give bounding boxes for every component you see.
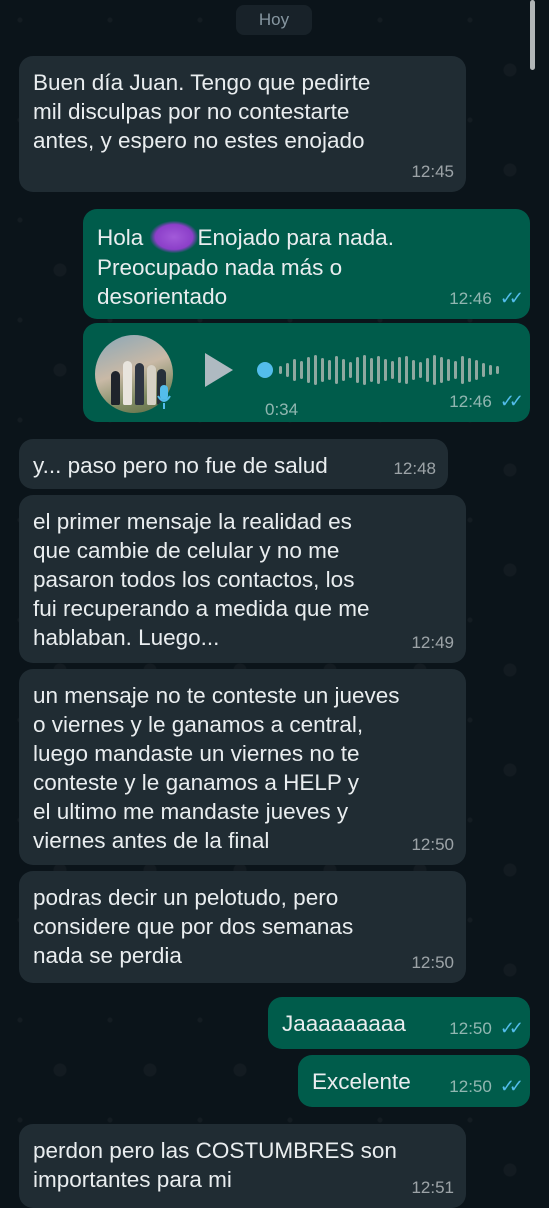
read-ticks-icon: ✓✓ <box>499 391 524 411</box>
waveform-bar <box>433 355 436 385</box>
waveform-bar <box>349 362 352 378</box>
message-time: 12:50 <box>449 1077 492 1096</box>
waveform-bar <box>440 357 443 383</box>
waveform-bar <box>454 361 457 379</box>
message-meta: 12:50 ✓✓ <box>449 1014 524 1043</box>
waveform-bar <box>489 365 492 375</box>
message-time: 12:49 <box>411 633 454 652</box>
waveform-bar <box>356 357 359 383</box>
message-meta: 12:51 <box>411 1173 454 1202</box>
message-time: 12:51 <box>411 1178 454 1197</box>
waveform-bar <box>419 362 422 378</box>
voice-duration: 0:34 <box>265 400 299 419</box>
message-incoming[interactable]: Buen día Juan. Tengo que pedirte mil dis… <box>19 56 466 192</box>
message-text: Buen día Juan. Tengo que pedirte mil dis… <box>33 70 371 153</box>
message-time: 12:50 <box>411 835 454 854</box>
waveform-bar <box>377 356 380 384</box>
waveform-bar <box>300 361 303 379</box>
message-text: perdon pero las COSTUMBRES son important… <box>33 1138 397 1192</box>
message-time: 12:50 <box>449 1019 492 1038</box>
message-meta: 12:46 ✓✓ <box>449 284 524 313</box>
redaction-scribble <box>149 221 198 253</box>
waveform-bar <box>335 356 338 384</box>
waveform-bar <box>363 355 366 385</box>
play-icon[interactable] <box>205 353 233 387</box>
message-time: 12:50 <box>411 953 454 972</box>
waveform-bar <box>475 360 478 380</box>
date-separator: Hoy <box>236 5 312 35</box>
waveform-bar <box>405 356 408 384</box>
waveform-bar <box>412 360 415 380</box>
waveform-bar <box>468 358 471 382</box>
message-meta: 12:50 <box>411 830 454 859</box>
message-meta: 12:45 <box>411 157 454 186</box>
message-outgoing[interactable]: Excelente 12:50 ✓✓ <box>298 1055 530 1107</box>
waveform-bar <box>328 360 331 380</box>
read-ticks-icon: ✓✓ <box>499 1076 524 1096</box>
message-meta: 12:50 ✓✓ <box>449 1072 524 1101</box>
message-incoming[interactable]: podras decir un pelotudo, pero considere… <box>19 871 466 983</box>
waveform-bar <box>307 357 310 383</box>
message-meta: 12:46 ✓✓ <box>449 387 524 416</box>
mic-icon <box>157 385 171 409</box>
message-outgoing[interactable]: Hola Enojado para nada. Preocupado nada … <box>83 209 530 319</box>
waveform-bar <box>482 363 485 377</box>
waveform-bar <box>426 358 429 382</box>
message-text: y... paso pero no fue de salud <box>33 453 328 478</box>
message-time: 12:46 <box>449 289 492 308</box>
message-meta: 12:50 <box>411 948 454 977</box>
waveform-bar <box>384 359 387 381</box>
waveform-bar <box>342 359 345 381</box>
message-time: 12:46 <box>449 392 492 411</box>
message-time: 12:48 <box>393 459 436 478</box>
message-meta: 12:48 <box>393 454 436 483</box>
message-incoming[interactable]: perdon pero las COSTUMBRES son important… <box>19 1124 466 1208</box>
waveform-bar <box>286 363 289 377</box>
waveform-bar <box>447 359 450 381</box>
waveform-bar <box>496 366 499 374</box>
message-time: 12:45 <box>411 162 454 181</box>
message-outgoing[interactable]: Jaaaaaaaaa 12:50 ✓✓ <box>268 997 530 1049</box>
message-text: el primer mensaje la realidad es que cam… <box>33 509 370 650</box>
message-text: un mensaje no te conteste un jueves o vi… <box>33 683 400 853</box>
voice-progress-dot <box>257 362 273 378</box>
message-text-part: Hola <box>97 225 150 250</box>
waveform-bar <box>314 355 317 385</box>
waveform-bar <box>461 356 464 384</box>
scrollbar[interactable] <box>530 0 535 70</box>
waveform-bar <box>391 361 394 379</box>
message-text: podras decir un pelotudo, pero considere… <box>33 885 354 968</box>
voice-waveform[interactable] <box>257 349 507 391</box>
voice-message[interactable]: 0:34 12:46 ✓✓ <box>83 323 530 422</box>
message-incoming[interactable]: el primer mensaje la realidad es que cam… <box>19 495 466 663</box>
read-ticks-icon: ✓✓ <box>499 288 524 308</box>
read-ticks-icon: ✓✓ <box>499 1018 524 1038</box>
waveform-bar <box>293 359 296 381</box>
message-incoming[interactable]: un mensaje no te conteste un jueves o vi… <box>19 669 466 865</box>
waveform-bar <box>398 357 401 383</box>
message-meta: 12:49 <box>411 628 454 657</box>
message-incoming[interactable]: y... paso pero no fue de salud 12:48 <box>19 439 448 489</box>
waveform-bar <box>279 366 282 374</box>
waveform-bar <box>321 358 324 382</box>
waveform-bar <box>370 358 373 382</box>
